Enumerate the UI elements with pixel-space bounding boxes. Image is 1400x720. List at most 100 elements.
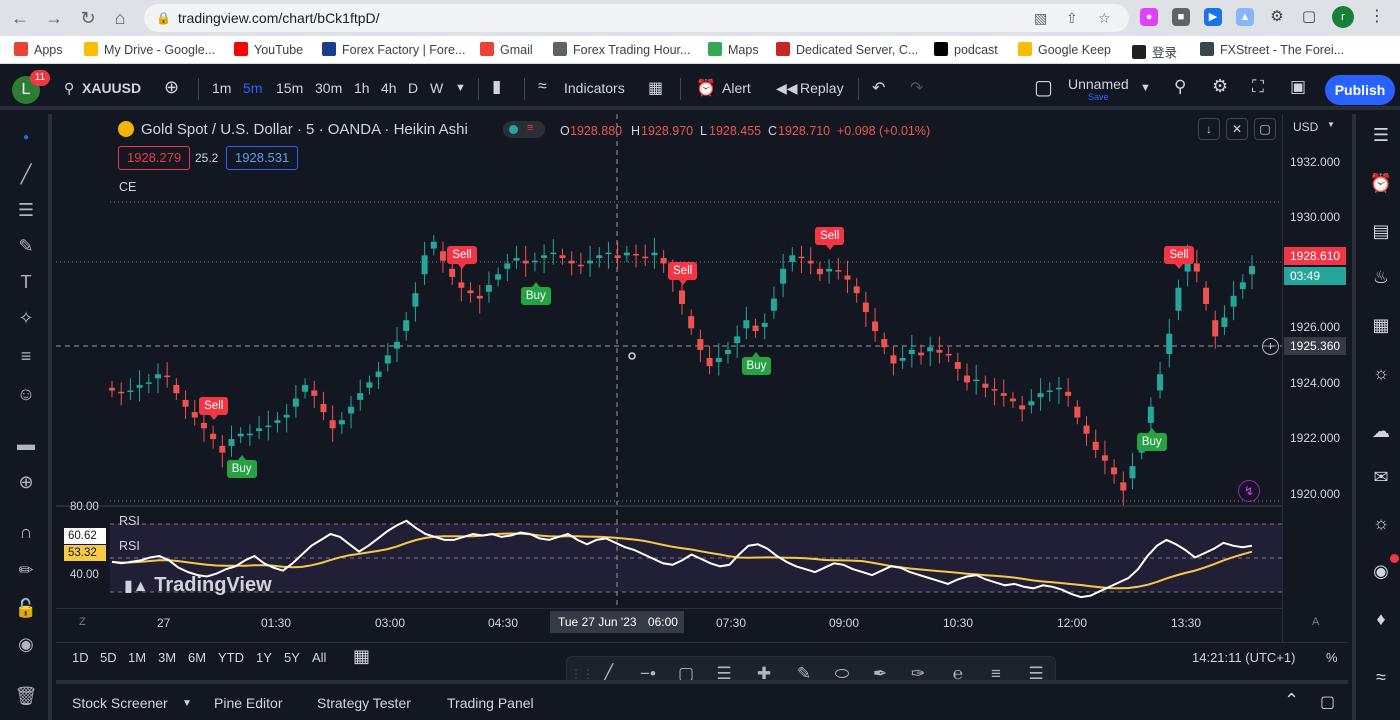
timeframe-5m[interactable]: 5m <box>243 80 262 96</box>
address-bar[interactable]: 🔒 tradingview.com/chart/bCk1ftpD/ ▧ ⇧ ☆ <box>144 4 1129 32</box>
compare-add-icon[interactable]: ⊕ <box>164 77 179 98</box>
range-1m[interactable]: 1M <box>128 650 146 665</box>
reload-icon[interactable]: ↻ <box>76 6 100 30</box>
bookmark-star-icon[interactable]: ☆ <box>1098 10 1111 27</box>
text-tool-icon[interactable]: T <box>14 270 38 294</box>
streams-icon[interactable]: ☁ <box>1368 418 1394 444</box>
publish-button[interactable]: Publish <box>1325 75 1395 105</box>
range-all[interactable]: All <box>312 650 326 665</box>
brush-icon[interactable]: ✎ <box>14 234 38 258</box>
alert-button[interactable]: Alert <box>722 80 751 96</box>
alert-clock-icon[interactable]: ⏰ <box>696 78 716 98</box>
undo-icon[interactable]: ↶ <box>872 78 885 98</box>
bookmark-item[interactable]: Maps <box>708 42 759 57</box>
ruler-icon[interactable]: ▬ <box>14 432 38 456</box>
calendar-icon[interactable]: ▦ <box>1368 312 1394 338</box>
layout-save-label[interactable]: Save <box>1088 92 1109 102</box>
study-legend-ce[interactable]: CE <box>119 180 136 194</box>
bookmark-item[interactable]: Forex Trading Hour... <box>553 42 690 57</box>
sidepanel-icon[interactable]: ▢ <box>1300 8 1318 26</box>
panel-collapse-icon[interactable]: ⌃ <box>1284 690 1299 711</box>
layout-square-icon[interactable]: ▢ <box>1034 75 1053 100</box>
range-1y[interactable]: 1Y <box>256 650 272 665</box>
crosshair-dot-icon[interactable]: ● <box>14 126 38 150</box>
zoom-in-icon[interactable]: ⊕ <box>14 470 38 494</box>
extension-4-icon[interactable]: ▲ <box>1236 8 1254 26</box>
collapse-icon[interactable]: ✕ <box>1226 118 1248 140</box>
indicators-button[interactable]: Indicators <box>564 80 625 96</box>
range-1d[interactable]: 1D <box>72 650 89 665</box>
redo-icon[interactable]: ↷ <box>910 78 923 98</box>
clock-timezone[interactable]: 14:21:11 (UTC+1) <box>1192 650 1295 665</box>
back-icon[interactable]: ← <box>8 6 32 30</box>
replay-button[interactable]: Replay <box>800 80 844 96</box>
data-window-icon[interactable]: ▤ <box>1368 218 1394 244</box>
bookmark-item[interactable]: Apps <box>14 42 63 57</box>
hotlists-fire-icon[interactable]: ♨ <box>1368 264 1394 290</box>
trend-line-icon[interactable]: ╱ <box>14 162 38 186</box>
range-6m[interactable]: 6M <box>188 650 206 665</box>
add-alert-plus-icon[interactable]: + <box>1262 338 1279 355</box>
percent-toggle[interactable]: % <box>1326 650 1338 665</box>
share-icon[interactable]: ⇧ <box>1066 10 1078 27</box>
symbol-name[interactable]: XAUUSD <box>82 80 141 96</box>
tab-stock-screener[interactable]: Stock Screener <box>72 695 168 711</box>
timeframe-dropdown-icon[interactable]: ▼ <box>455 82 466 94</box>
remove-trash-icon[interactable]: 🗑 <box>14 684 38 708</box>
quick-search-icon[interactable]: ⚲ <box>1174 77 1186 97</box>
fib-lines-icon[interactable]: ☰ <box>14 198 38 222</box>
legend-title[interactable]: Gold Spot / U.S. Dollar · 5 · OANDA · He… <box>141 121 468 138</box>
timeframe-15m[interactable]: 15m <box>276 80 303 96</box>
broadcast-icon[interactable]: ◉ <box>1368 558 1394 584</box>
alerts-clock-icon[interactable]: ⏰ <box>1368 170 1394 196</box>
bookmark-item[interactable]: podcast <box>934 42 998 57</box>
chart-type-icon[interactable]: ▮ <box>492 77 501 97</box>
study-legend-rsi[interactable]: RSI <box>119 514 140 528</box>
timeframe-D[interactable]: D <box>408 80 418 96</box>
bookmark-item[interactable]: 登录 <box>1132 42 1177 61</box>
range-5d[interactable]: 5D <box>100 650 117 665</box>
buy-price-box[interactable]: 1928.531 <box>226 146 299 170</box>
scroll-down-icon[interactable]: ↓ <box>1198 118 1220 140</box>
layout-dropdown-icon[interactable]: ▼ <box>1140 82 1151 94</box>
chart-pane[interactable]: Sell Buy Sell Buy Sell Buy Sell Buy Sell <box>56 114 1348 642</box>
tab-strategy-tester[interactable]: Strategy Tester <box>317 695 411 711</box>
bookmark-item[interactable]: Gmail <box>480 42 533 57</box>
maximize-pane-icon[interactable]: ▢ <box>1254 118 1276 140</box>
extension-3-icon[interactable]: ▶ <box>1204 8 1222 26</box>
emoji-icon[interactable]: ☺ <box>14 382 38 406</box>
settings-gear-icon[interactable]: ⚙ <box>1212 76 1228 97</box>
forward-icon[interactable]: → <box>42 6 66 30</box>
layout-grid-icon[interactable]: ▦ <box>648 78 663 98</box>
timeframe-1m[interactable]: 1m <box>212 80 231 96</box>
lightning-icon[interactable]: ↯ <box>1238 480 1260 502</box>
bookmark-item[interactable]: Google Keep <box>1018 42 1111 57</box>
extension-1-icon[interactable]: ● <box>1140 8 1158 26</box>
fullscreen-icon[interactable]: ⛶ <box>1252 77 1264 97</box>
currency-dropdown-icon[interactable]: ▼ <box>1327 120 1335 129</box>
home-icon[interactable]: ⌂ <box>108 6 132 30</box>
tab-trading-panel[interactable]: Trading Panel <box>447 695 534 711</box>
ideas-bulb-icon[interactable]: ☼ <box>1368 360 1394 386</box>
timeframe-W[interactable]: W <box>430 80 443 96</box>
layout-name[interactable]: Unnamed <box>1068 76 1129 92</box>
screener-dropdown-icon[interactable]: ▼ <box>182 698 192 709</box>
watchlist-icon[interactable]: ☰ <box>1368 122 1394 148</box>
market-status-toggle[interactable]: ≡ <box>503 121 545 138</box>
range-ytd[interactable]: YTD <box>218 650 244 665</box>
snapshot-camera-icon[interactable]: ▣ <box>1290 77 1306 97</box>
hide-drawings-eye-icon[interactable]: ◉ <box>14 632 38 656</box>
tab-pine-editor[interactable]: Pine Editor <box>214 695 282 711</box>
translate-icon[interactable]: ▧ <box>1034 10 1047 27</box>
sell-price-box[interactable]: 1928.279 <box>118 146 191 170</box>
lock-drawings-icon[interactable]: 🔓 <box>14 596 38 620</box>
chats-icon[interactable]: ✉ <box>1368 464 1394 490</box>
panel-maximize-icon[interactable]: ▢ <box>1320 692 1335 712</box>
price-chart[interactable] <box>56 114 1282 608</box>
bookmark-item[interactable]: Forex Factory | Fore... <box>322 42 465 57</box>
extension-2-icon[interactable]: ■ <box>1172 8 1190 26</box>
timeframe-4h[interactable]: 4h <box>381 80 397 96</box>
indicators-icon[interactable]: ≈ <box>538 78 547 96</box>
pattern-icon[interactable]: ✧ <box>14 306 38 330</box>
trend-chart-icon[interactable]: ≈ <box>1368 664 1394 690</box>
